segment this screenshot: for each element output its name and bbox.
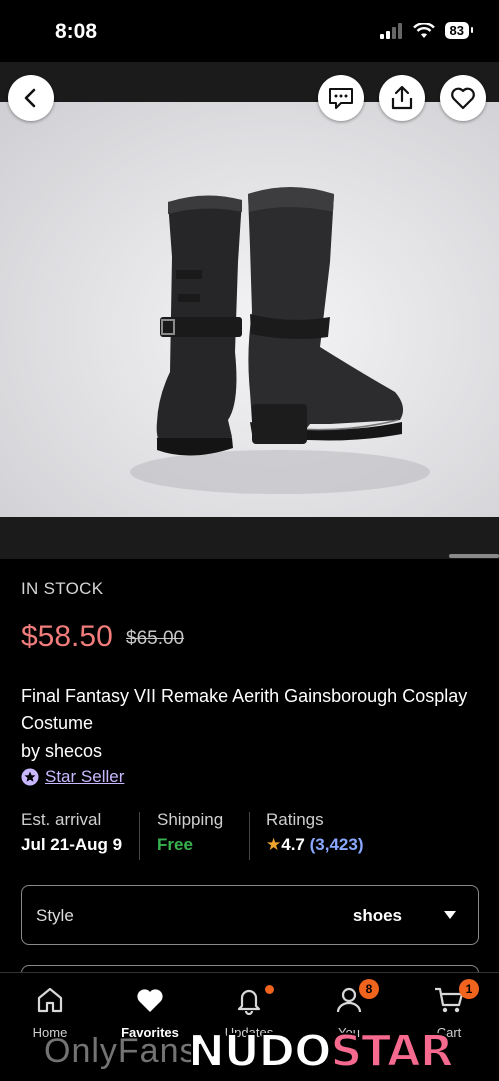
updates-dot: [265, 985, 274, 994]
style-select-label: Style: [36, 906, 74, 925]
style-select-value: shoes: [352, 906, 402, 925]
watermark: OnlyFans NUDOSTAR: [0, 1024, 499, 1080]
you-badge: 8: [359, 979, 379, 999]
chevron-left-icon: [24, 88, 36, 108]
product-image: [0, 102, 499, 517]
watermark-brand: NUDOSTAR: [187, 1025, 455, 1078]
star-icon: ★: [266, 835, 282, 854]
shipping-info: Shipping Free: [157, 810, 223, 855]
divider: [139, 812, 140, 860]
watermark-brand-a: NUDO: [187, 1025, 332, 1078]
sale-price: $58.50: [21, 620, 113, 653]
stock-status: IN STOCK: [21, 579, 104, 598]
ratings-label: Ratings: [266, 810, 324, 829]
message-seller-button[interactable]: [318, 75, 364, 121]
status-icons: 83: [379, 22, 474, 39]
rating-value: 4.7: [281, 835, 305, 854]
status-bar: 8:08 83: [0, 0, 499, 62]
carousel-indicator: [449, 554, 499, 558]
battery-indicator: 83: [444, 22, 474, 39]
rating-count[interactable]: (3,423): [310, 835, 364, 854]
arrival-info: Est. arrival Jul 21-Aug 9: [21, 810, 122, 855]
back-button[interactable]: [8, 75, 54, 121]
favorite-button[interactable]: [440, 75, 486, 121]
home-icon: [37, 987, 63, 1013]
status-time: 8:08: [55, 20, 98, 43]
star-seller-badge[interactable]: Star Seller: [21, 767, 124, 787]
product-image-carousel[interactable]: [0, 62, 499, 559]
arrival-label: Est. arrival: [21, 810, 102, 829]
shipping-label: Shipping: [157, 810, 224, 829]
share-icon: [391, 85, 413, 110]
chat-icon: [329, 88, 353, 109]
arrival-value: Jul 21-Aug 9: [21, 835, 123, 854]
watermark-brand-b: STAR: [329, 1025, 454, 1078]
bell-icon: [237, 989, 261, 1015]
star-seller-label: Star Seller: [45, 767, 125, 786]
product-title: Final Fantasy VII Remake Aerith Gainsbor…: [21, 686, 468, 733]
info-row: Est. arrival Jul 21-Aug 9 Shipping Free …: [21, 810, 481, 862]
boots-photo: [130, 187, 430, 494]
signal-icon: [379, 22, 402, 39]
original-price: $65.00: [126, 628, 185, 649]
watermark-onlyfans: OnlyFans: [44, 1032, 198, 1070]
ratings-info[interactable]: Ratings ★4.7 (3,423): [266, 810, 364, 855]
cart-badge: 1: [459, 979, 479, 999]
shipping-value: Free: [157, 835, 193, 854]
caret-down-icon: [444, 911, 456, 919]
seller-name[interactable]: by shecos: [21, 741, 102, 762]
style-select[interactable]: Style shoes: [21, 885, 479, 945]
heart-icon: [137, 989, 163, 1012]
divider: [249, 812, 250, 860]
ratings-value: ★4.7 (3,423): [266, 835, 364, 855]
star-seller-icon: [21, 768, 39, 786]
heart-outline-icon: [451, 87, 475, 110]
wifi-icon: [412, 22, 435, 38]
share-button[interactable]: [379, 75, 425, 121]
